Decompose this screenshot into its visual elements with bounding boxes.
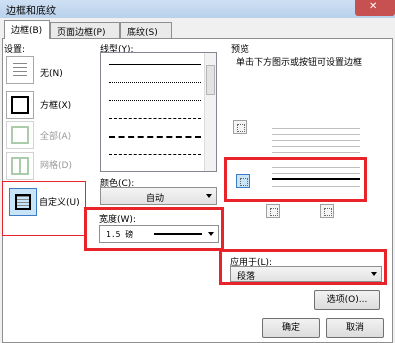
- grid-icon: [6, 152, 34, 180]
- preview-line: [272, 152, 360, 153]
- setting-grid-label: 网格(D): [40, 161, 72, 171]
- width-dropdown[interactable]: 1.5 磅: [99, 225, 219, 243]
- chevron-down-icon: [208, 232, 214, 236]
- options-button[interactable]: 选项(O)...: [314, 290, 380, 310]
- setting-custom[interactable]: 自定义(U): [2, 181, 86, 236]
- border-right-icon: [324, 208, 332, 216]
- ok-button[interactable]: 确定: [262, 318, 320, 338]
- title-bar: 边框和底纹 ✕: [0, 0, 395, 18]
- preview-line: [272, 146, 360, 147]
- preview-line: [272, 134, 360, 135]
- setting-all-label: 全部(A): [40, 132, 72, 142]
- none-icon: [6, 56, 34, 84]
- style-dashed-wide[interactable]: [109, 136, 201, 138]
- preview-hint: 单击下方图示或按钮可设置边框: [236, 58, 363, 68]
- preview-highlight: [224, 157, 367, 202]
- setting-box-label: 方框(X): [40, 101, 72, 111]
- color-value: 自动: [146, 194, 165, 204]
- preview-line: [272, 140, 360, 141]
- style-dotted[interactable]: [109, 82, 201, 83]
- middle-border-button[interactable]: [236, 174, 250, 188]
- window-title: 边框和底纹: [6, 6, 56, 17]
- tab-borders[interactable]: 边框(B): [4, 20, 50, 39]
- style-dotted-fine[interactable]: [109, 100, 201, 101]
- options-label: 选项(O)...: [326, 295, 368, 305]
- width-label: 宽度(W):: [99, 215, 136, 225]
- cancel-button[interactable]: 取消: [326, 318, 384, 338]
- left-border-button[interactable]: [266, 204, 280, 218]
- box-icon: [6, 91, 34, 119]
- apply-dropdown[interactable]: 段落: [230, 266, 382, 282]
- setting-none-label: 无(N): [40, 69, 63, 79]
- style-scrollbar[interactable]: [204, 53, 216, 171]
- chevron-down-icon: [206, 194, 212, 198]
- width-sample-line: [154, 233, 202, 235]
- tab-shading[interactable]: 底纹(S): [120, 22, 172, 39]
- apply-value: 段落: [237, 272, 256, 282]
- preview-line: [272, 128, 360, 129]
- all-icon: [6, 121, 34, 149]
- scroll-thumb[interactable]: [206, 65, 215, 95]
- border-inner-icon: [240, 178, 248, 186]
- tab-label: 边框(B): [11, 26, 43, 36]
- color-dropdown[interactable]: 自动: [100, 187, 217, 205]
- top-border-button[interactable]: [233, 120, 247, 134]
- close-icon: ✕: [369, 1, 378, 12]
- style-dash-dot[interactable]: [109, 154, 201, 155]
- apply-highlight: 应用于(L): 段落: [219, 249, 387, 285]
- preview-line: [272, 186, 360, 187]
- chevron-down-icon: [371, 272, 377, 276]
- style-dashed[interactable]: [109, 118, 201, 119]
- tab-label: 底纹(S): [127, 28, 158, 38]
- custom-icon: [9, 188, 37, 216]
- preview-line: [272, 167, 360, 168]
- settings-heading: 设置:: [4, 45, 26, 55]
- cancel-label: 取消: [345, 323, 364, 333]
- preview-heading: 预览: [231, 45, 250, 55]
- style-listbox[interactable]: [100, 52, 217, 172]
- preview-border-line[interactable]: [272, 178, 360, 180]
- tab-page-border[interactable]: 页面边框(P): [50, 22, 120, 39]
- tab-label: 页面边框(P): [57, 28, 106, 38]
- border-top-icon: [237, 124, 245, 132]
- close-button[interactable]: ✕: [355, 0, 395, 16]
- ok-label: 确定: [281, 323, 300, 333]
- setting-custom-label: 自定义(U): [39, 198, 80, 208]
- border-left-icon: [270, 208, 278, 216]
- style-solid[interactable]: [109, 64, 201, 65]
- width-highlight: 宽度(W): 1.5 磅: [84, 207, 224, 251]
- width-value: 1.5 磅: [106, 230, 134, 239]
- preview-line: [272, 173, 360, 174]
- right-border-button[interactable]: [320, 204, 334, 218]
